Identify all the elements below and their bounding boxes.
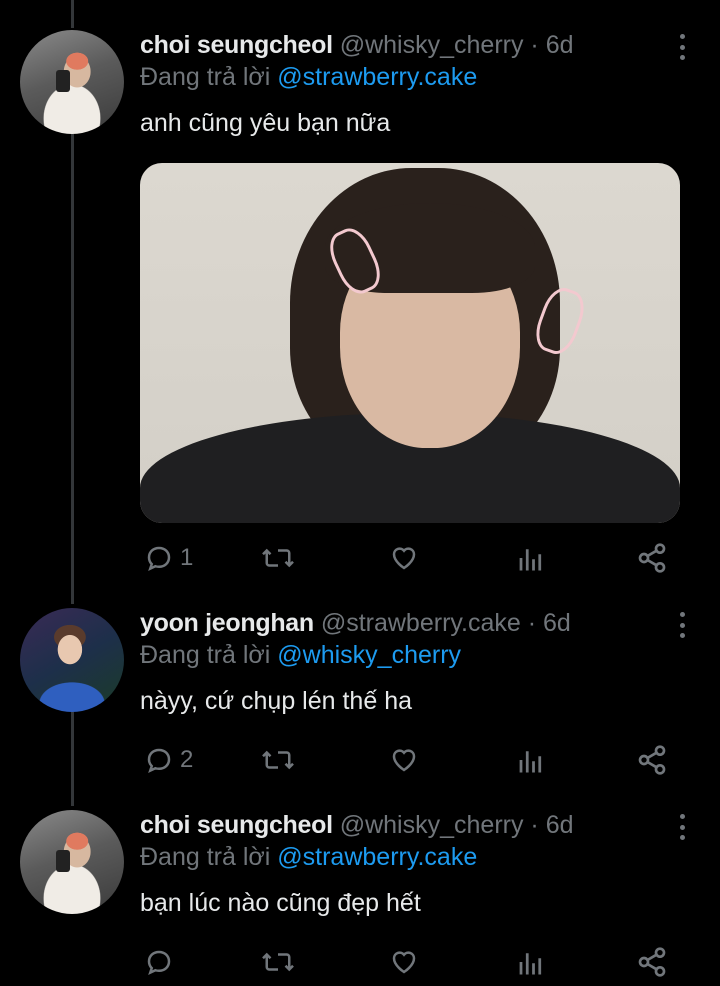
views-button[interactable] [516,942,546,982]
tweet-header: choi seungcheol @whisky_cherry · 6d [140,810,574,840]
analytics-icon [519,549,542,571]
replying-to-label: Đang trả lời [140,641,278,669]
reply-button[interactable]: 1 [144,538,193,578]
retweet-button[interactable] [260,942,296,982]
tweet[interactable]: yoon jeonghan @strawberry.cake · 6d Đang… [0,608,720,788]
views-button[interactable] [516,740,546,780]
mention-link[interactable]: @strawberry.cake [277,843,477,871]
tweet-text: nàyy, cứ chụp lén thế ha [140,687,412,715]
analytics-icon [519,751,542,773]
reply-button[interactable]: 2 [144,740,193,780]
retweet-button[interactable] [260,740,296,780]
share-button[interactable] [636,740,668,780]
tweet[interactable]: choi seungcheol @whisky_cherry · 6d Đang… [0,810,720,986]
mention-link[interactable]: @whisky_cherry [277,641,461,669]
more-vertical-icon[interactable] [678,612,686,638]
reply-icon [147,546,171,571]
display-name[interactable]: yoon jeonghan [140,609,314,637]
tweet-text: bạn lúc nào cũng đẹp hết [140,889,421,917]
more-vertical-icon[interactable] [678,34,686,60]
handle-and-time: @whisky_cherry · 6d [339,31,574,59]
action-bar: 1 [140,538,680,578]
retweet-icon [262,750,294,770]
retweet-icon [262,952,294,972]
avatar[interactable] [20,30,124,134]
heart-icon [392,547,416,570]
phone-shape [56,850,70,872]
reply-button[interactable] [144,942,180,982]
reply-count: 2 [180,746,194,773]
like-button[interactable] [388,740,420,780]
share-button[interactable] [636,942,668,982]
heart-icon [392,951,416,974]
replying-to: Đang trả lời @strawberry.cake [140,62,477,92]
action-bar: 2 [140,740,680,780]
share-icon [638,745,666,775]
thread-line [71,0,74,28]
display-name[interactable]: choi seungcheol [140,811,333,839]
tweet-photo[interactable] [140,163,680,523]
action-bar [140,942,680,982]
handle-and-time: @strawberry.cake · 6d [320,609,571,637]
tweet-header: choi seungcheol @whisky_cherry · 6d [140,30,574,60]
tweet[interactable]: choi seungcheol @whisky_cherry · 6d Đang… [0,30,720,590]
retweet-button[interactable] [260,538,296,578]
handle-and-time: @whisky_cherry · 6d [339,811,574,839]
share-icon [638,947,666,977]
tweet-text: anh cũng yêu bạn nữa [140,109,391,137]
avatar[interactable] [20,810,124,914]
share-button[interactable] [636,538,668,578]
replying-to-label: Đang trả lời [140,843,278,871]
mention-link[interactable]: @strawberry.cake [277,63,477,91]
analytics-icon [519,953,542,975]
replying-to: Đang trả lời @strawberry.cake [140,842,477,872]
reply-icon [147,950,171,975]
share-icon [638,543,666,573]
like-button[interactable] [388,538,420,578]
replying-to-label: Đang trả lời [140,63,278,91]
more-vertical-icon[interactable] [678,814,686,840]
avatar[interactable] [20,608,124,712]
reply-count: 1 [180,544,194,571]
phone-shape [56,70,70,92]
reply-icon [147,748,171,773]
tweet-header: yoon jeonghan @strawberry.cake · 6d [140,608,571,638]
display-name[interactable]: choi seungcheol [140,31,333,59]
like-button[interactable] [388,942,420,982]
retweet-icon [262,548,294,568]
views-button[interactable] [516,538,546,578]
replying-to: Đang trả lời @whisky_cherry [140,640,461,670]
heart-icon [392,749,416,772]
